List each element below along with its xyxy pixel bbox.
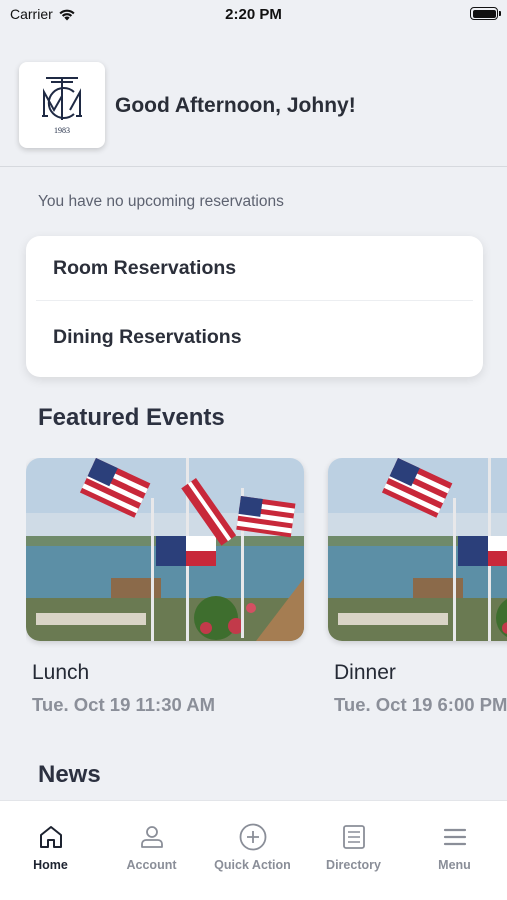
event-name: Dinner (334, 661, 396, 684)
tab-directory[interactable]: Directory (303, 821, 404, 872)
battery-icon (470, 7, 501, 20)
tab-directory-label: Directory (326, 858, 381, 872)
tab-menu-label: Menu (438, 858, 471, 872)
event-date: Tue. Oct 19 11:30 AM (32, 694, 216, 715)
event-name: Lunch (32, 661, 90, 684)
greeting: Good Afternoon, Johny! (115, 94, 356, 117)
club-logo[interactable]: 1983 (19, 62, 105, 148)
event-card-dinner[interactable]: Dinner Tue. Oct 19 6:00 PM (328, 458, 507, 716)
reservations-card: Room Reservations Dining Reservations (26, 236, 483, 377)
tab-account-label: Account (126, 858, 177, 872)
home-icon (39, 826, 62, 848)
flags-waterfront-photo (26, 458, 304, 641)
flags-waterfront-photo (328, 458, 507, 641)
plus-circle-icon (239, 823, 266, 851)
event-photo (26, 458, 304, 641)
tab-home-label: Home (33, 858, 68, 872)
tab-home[interactable]: Home (0, 821, 101, 872)
tab-quick-action-label: Quick Action (214, 858, 291, 872)
event-date: Tue. Oct 19 6:00 PM (334, 694, 507, 715)
menu-icon (443, 828, 466, 846)
status-bar: Carrier 2:20 PM (0, 0, 507, 30)
logo-year: 1983 (54, 126, 70, 135)
tab-quick-action[interactable]: Quick Action (202, 821, 303, 872)
dining-reservations-button[interactable]: Dining Reservations (26, 301, 483, 373)
tab-menu[interactable]: Menu (404, 821, 505, 872)
club-monogram-icon: 1983 (42, 77, 82, 135)
directory-icon (342, 825, 365, 849)
status-time: 2:20 PM (225, 6, 282, 23)
header: 1983 (19, 62, 105, 148)
room-reservations-button[interactable]: Room Reservations (36, 236, 473, 301)
featured-events-title: Featured Events (38, 404, 225, 431)
account-icon (140, 826, 163, 848)
news-title: News (38, 761, 101, 788)
tab-bar: Home Account Quick Action Directory Menu (0, 800, 507, 900)
header-divider (0, 166, 507, 167)
featured-events-carousel[interactable]: Lunch Tue. Oct 19 11:30 AM Dinner Tue. O… (26, 458, 507, 728)
tab-account[interactable]: Account (101, 821, 202, 872)
event-card-lunch[interactable]: Lunch Tue. Oct 19 11:30 AM (26, 458, 304, 716)
no-reservations-message: You have no upcoming reservations (38, 193, 284, 210)
event-photo (328, 458, 507, 641)
